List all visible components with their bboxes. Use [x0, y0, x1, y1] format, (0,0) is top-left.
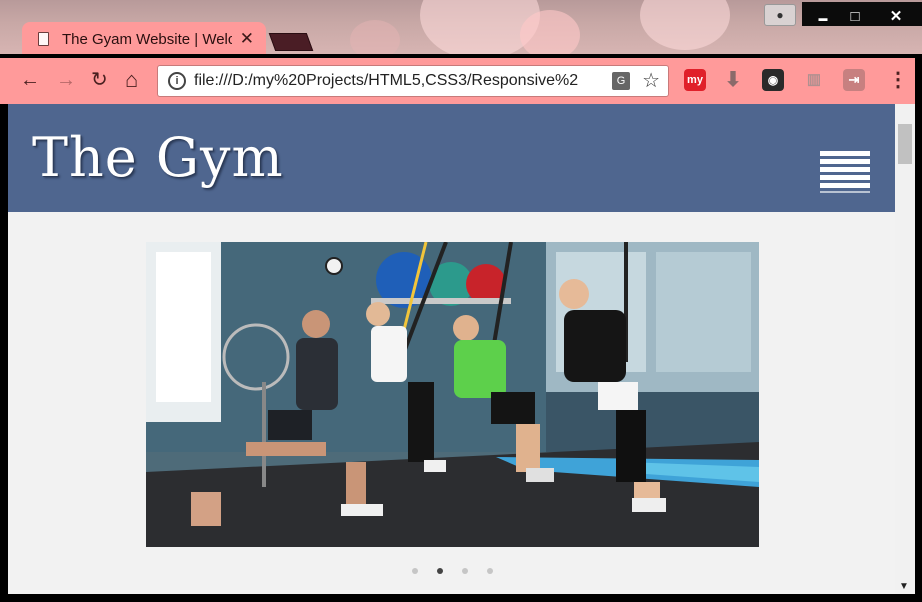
window-border [0, 104, 8, 602]
page-viewport: The Gym [8, 104, 895, 594]
analytics-extension-icon[interactable]: ▥ [803, 69, 825, 91]
scroll-down-arrow-icon[interactable]: ▼ [899, 581, 909, 592]
user-profile-button[interactable]: ● [764, 4, 796, 26]
new-tab-button[interactable] [268, 33, 314, 51]
slider-image [146, 242, 759, 547]
slider-dots [8, 568, 895, 578]
site-header: The Gym [8, 104, 895, 212]
home-icon[interactable]: ⌂ [125, 68, 138, 92]
maximize-icon: □ [850, 8, 860, 25]
page-icon [38, 32, 49, 46]
forward-icon[interactable]: → [56, 68, 76, 92]
info-icon[interactable]: i [168, 72, 186, 90]
site-logo[interactable]: The Gym [32, 126, 284, 189]
translate-icon[interactable]: G [612, 72, 630, 90]
back-icon[interactable]: ← [20, 68, 40, 92]
url-text[interactable]: file:///D:/my%20Projects/HTML5,CSS3/Resp… [194, 72, 604, 90]
close-icon: ✕ [889, 8, 903, 25]
window-border [915, 58, 922, 602]
gym-photo [146, 242, 759, 547]
window-border [0, 594, 922, 602]
slider-dot-1[interactable] [412, 568, 418, 574]
ghostery-extension-icon[interactable]: ◉ [762, 69, 784, 91]
slider-dot-2[interactable] [437, 568, 443, 574]
slider-dot-3[interactable] [462, 568, 468, 574]
hamburger-menu-icon[interactable] [820, 151, 870, 197]
close-window-button[interactable]: ✕ [876, 6, 916, 28]
address-bar[interactable]: i file:///D:/my%20Projects/HTML5,CSS3/Re… [157, 65, 669, 97]
minimize-button[interactable]: ▬ [808, 6, 838, 28]
user-icon: ● [776, 8, 784, 22]
tab-close-icon[interactable]: ✕ [240, 29, 254, 49]
cast-extension-icon[interactable]: ⇥ [843, 69, 865, 91]
download-extension-icon[interactable]: ⬇ [722, 69, 744, 91]
browser-window: The Gyam Website | Welc ✕ ● ▬ □ ✕ ← → ↻ … [0, 0, 922, 602]
scrollbar-thumb[interactable] [898, 124, 912, 164]
browser-toolbar: ← → ↻ ⌂ i file:///D:/my%20Projects/HTML5… [0, 58, 922, 104]
browser-titlebar: The Gyam Website | Welc ✕ ● ▬ □ ✕ [0, 0, 922, 58]
slider-dot-4[interactable] [487, 568, 493, 574]
browser-menu-icon[interactable]: ⋮ [888, 68, 908, 92]
bookmark-star-icon[interactable]: ☆ [642, 68, 660, 93]
browser-tab-active[interactable]: The Gyam Website | Welc ✕ [22, 22, 266, 58]
tab-title: The Gyam Website | Welc [62, 31, 232, 48]
reload-icon[interactable]: ↻ [91, 68, 108, 92]
vertical-scrollbar[interactable]: ▼ [895, 104, 915, 594]
extension-my-icon[interactable]: my [684, 69, 706, 91]
minimize-icon: ▬ [818, 13, 828, 23]
maximize-button[interactable]: □ [840, 6, 870, 28]
window-control-group: ▬ □ ✕ [802, 2, 922, 26]
